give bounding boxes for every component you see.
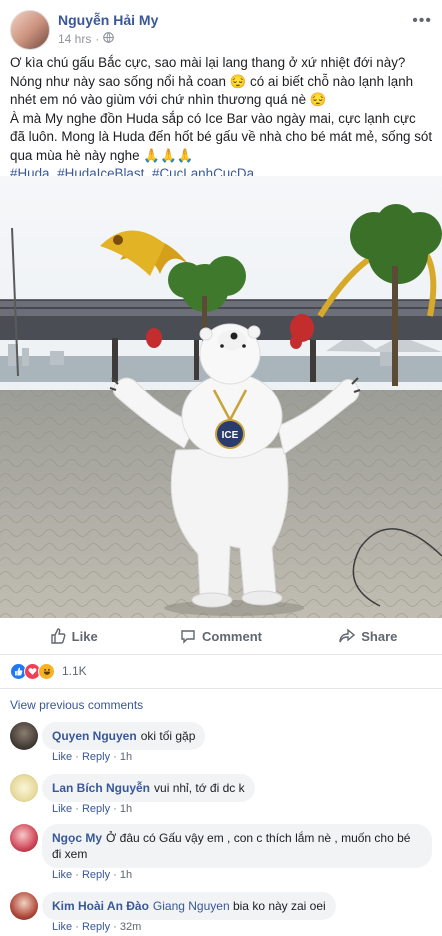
post-text: Ơ kìa chú gấu Bắc cực, sao mài lại lang … [10,54,434,184]
comment-button[interactable]: Comment [147,618,294,654]
comment-actions-separator: · [113,869,117,881]
meta-separator: · [95,32,100,46]
comment-label: Comment [202,628,262,644]
comment-actions-separator: · [113,751,117,763]
view-previous-comments-link[interactable]: View previous comments [10,698,143,712]
commenter-name[interactable]: Kim Hoài An Đào [52,899,149,913]
comment-time[interactable]: 1h [120,869,132,881]
comment-bubble: Kim Hoài An Đào Giang Nguyen bia ko này z… [42,892,336,920]
globe-icon[interactable] [103,32,115,46]
comment-text: bia ko này zai oei [232,899,326,913]
comment-icon [181,630,195,644]
commenter-avatar[interactable] [10,722,38,750]
comment-bubble: Ngọc My Ở đâu có Gấu vậy em , con c thích… [42,824,432,868]
comment-actions-separator: · [75,751,79,763]
comment-actions-separator: · [75,921,79,933]
post-header: Nguyễn Hải My 14 hrs · ••• [10,10,432,50]
comment-bubble: Lan Bích Nguyễn vui nhỉ, tớ đi dc k [42,774,255,802]
comment-actions: Like · Reply · 1h [52,869,132,881]
comment-text: Ở đâu có Gấu vậy em , con c thích lắm nè… [52,831,411,861]
comment-time[interactable]: 32m [120,921,141,933]
thumbs-up-icon [50,628,66,644]
mention-link[interactable]: Giang Nguyen [153,899,230,913]
facebook-post: Nguyễn Hải My 14 hrs · ••• Ơ kìa chú gấu… [0,0,442,936]
reactions-summary[interactable]: 1.1K [10,661,87,681]
comment-time[interactable]: 1h [120,751,132,763]
author-avatar[interactable] [10,10,50,50]
post-time[interactable]: 14 hrs [58,32,91,46]
comment-reply-link[interactable]: Reply [82,869,110,881]
haha-reaction-icon [38,662,55,680]
comment-actions-separator: · [75,803,79,815]
comment-reply-link[interactable]: Reply [82,921,110,933]
reaction-count: 1.1K [62,664,87,678]
comment-actions: Like · Reply · 1h [52,751,132,763]
post-text-line: Ơ kìa chú gấu Bắc cực, sao mài lại lang … [10,55,414,107]
comment-reply-link[interactable]: Reply [82,803,110,815]
post-actions-bar: Like Comment Share [0,618,442,655]
comment-text: vui nhỉ, tớ đi dc k [154,781,245,795]
share-label: Share [361,628,398,644]
author-name[interactable]: Nguyễn Hải My [58,12,158,28]
comment-like-link[interactable]: Like [52,869,72,881]
post-meta: 14 hrs · [58,32,115,46]
like-label: Like [71,628,98,644]
commenter-avatar[interactable] [10,774,38,802]
post-photo[interactable]: ICE [0,176,442,618]
comment-actions-separator: · [113,921,117,933]
comment-actions-separator: · [113,803,117,815]
commenter-avatar[interactable] [10,824,38,852]
share-button[interactable]: Share [295,618,442,654]
commenter-avatar[interactable] [10,892,38,920]
comment-text: oki tối gặp [140,729,196,743]
commenter-name[interactable]: Ngọc My [52,831,102,845]
comment-like-link[interactable]: Like [52,803,72,815]
comment-time[interactable]: 1h [120,803,132,815]
commenter-name[interactable]: Quyen Nguyen [52,729,137,743]
comment-bubble: Quyen Nguyen oki tối gặp [42,722,206,750]
comment-reply-link[interactable]: Reply [82,751,110,763]
comment-actions: Like · Reply · 32m [52,921,141,933]
comment-actions: Like · Reply · 1h [52,803,132,815]
commenter-name[interactable]: Lan Bích Nguyễn [52,781,150,795]
post-text-line: À mà My nghe đồn Huda sắp có Ice Bar vào… [10,110,433,163]
share-icon [339,628,356,643]
comment-actions-separator: · [75,869,79,881]
medal-text: ICE [222,430,239,441]
comment-like-link[interactable]: Like [52,751,72,763]
reactions-divider [0,688,442,689]
more-options-icon[interactable]: ••• [412,12,432,30]
comment-like-link[interactable]: Like [52,921,72,933]
like-button[interactable]: Like [0,618,147,654]
